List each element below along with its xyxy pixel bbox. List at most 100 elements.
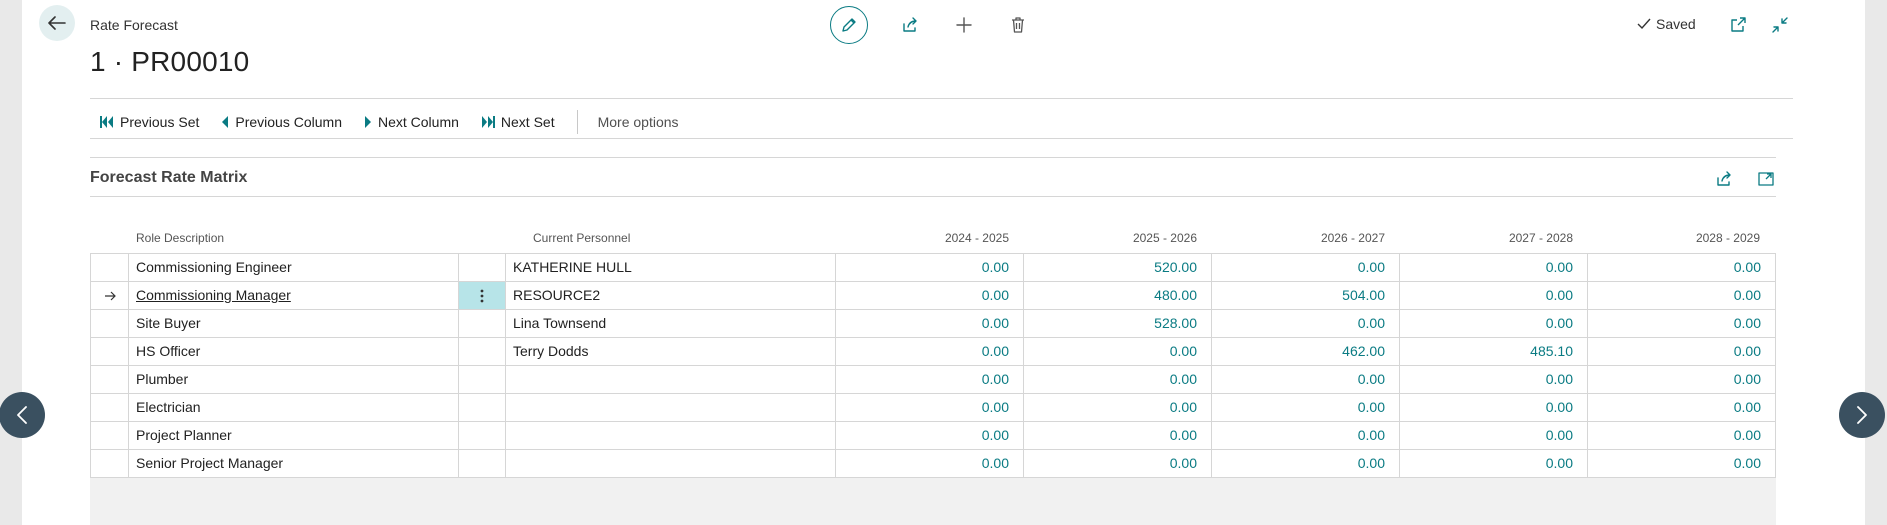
rate-cell[interactable]: 485.10 xyxy=(1400,338,1588,365)
table-row[interactable]: Project Planner 0.00 0.00 0.00 0.00 0.00 xyxy=(90,422,1776,450)
table-row[interactable]: Electrician 0.00 0.00 0.00 0.00 0.00 xyxy=(90,394,1776,422)
rate-cell[interactable]: 0.00 xyxy=(836,422,1024,449)
rate-cell[interactable]: 0.00 xyxy=(1212,310,1400,337)
rate-cell[interactable]: 0.00 xyxy=(1400,450,1588,477)
rate-cell[interactable]: 0.00 xyxy=(1212,422,1400,449)
personnel-cell[interactable] xyxy=(506,366,836,393)
row-actions-cell[interactable] xyxy=(459,338,506,365)
rate-cell[interactable]: 0.00 xyxy=(1024,422,1212,449)
rate-cell[interactable]: 0.00 xyxy=(1400,422,1588,449)
row-actions-cell[interactable] xyxy=(459,450,506,477)
table-row[interactable]: Senior Project Manager 0.00 0.00 0.00 0.… xyxy=(90,450,1776,478)
rate-cell[interactable]: 0.00 xyxy=(836,366,1024,393)
previous-set-button[interactable]: Previous Set xyxy=(100,114,199,130)
rate-cell[interactable]: 0.00 xyxy=(1400,310,1588,337)
rate-cell[interactable]: 0.00 xyxy=(1588,310,1775,337)
role-cell[interactable]: Commissioning Engineer xyxy=(129,254,459,281)
rate-cell[interactable]: 0.00 xyxy=(1588,254,1775,281)
previous-record-button[interactable] xyxy=(0,392,45,438)
column-header-period[interactable]: 2026 - 2027 xyxy=(1211,231,1385,245)
rate-cell[interactable]: 462.00 xyxy=(1212,338,1400,365)
rate-cell[interactable]: 0.00 xyxy=(1588,366,1775,393)
row-selector[interactable] xyxy=(91,450,129,477)
row-selector[interactable] xyxy=(91,254,129,281)
rate-cell[interactable]: 528.00 xyxy=(1024,310,1212,337)
row-selector[interactable] xyxy=(91,282,129,309)
rate-cell[interactable]: 0.00 xyxy=(1212,254,1400,281)
rate-cell[interactable]: 0.00 xyxy=(1588,338,1775,365)
table-row[interactable]: HS Officer Terry Dodds 0.00 0.00 462.00 … xyxy=(90,338,1776,366)
rate-cell[interactable]: 520.00 xyxy=(1024,254,1212,281)
rate-cell[interactable]: 0.00 xyxy=(836,254,1024,281)
column-header-personnel[interactable]: Current Personnel xyxy=(533,231,630,245)
row-actions-cell[interactable] xyxy=(459,282,506,309)
next-record-button[interactable] xyxy=(1839,392,1885,438)
rate-cell[interactable]: 0.00 xyxy=(836,310,1024,337)
personnel-cell[interactable]: RESOURCE2 xyxy=(506,282,836,309)
row-selector[interactable] xyxy=(91,366,129,393)
personnel-cell[interactable] xyxy=(506,394,836,421)
delete-button[interactable] xyxy=(1006,13,1030,37)
row-actions-cell[interactable] xyxy=(459,366,506,393)
rate-cell[interactable]: 0.00 xyxy=(1400,254,1588,281)
personnel-cell[interactable] xyxy=(506,450,836,477)
rate-cell[interactable]: 0.00 xyxy=(1024,450,1212,477)
matrix-share-button[interactable] xyxy=(1712,167,1736,191)
rate-cell[interactable]: 0.00 xyxy=(1212,450,1400,477)
row-actions-cell[interactable] xyxy=(459,310,506,337)
share-button[interactable] xyxy=(898,13,922,37)
rate-cell[interactable]: 504.00 xyxy=(1212,282,1400,309)
role-cell[interactable]: Plumber xyxy=(129,366,459,393)
column-header-period[interactable]: 2028 - 2029 xyxy=(1587,231,1760,245)
rate-cell[interactable]: 0.00 xyxy=(836,450,1024,477)
previous-column-button[interactable]: Previous Column xyxy=(221,114,342,130)
new-button[interactable] xyxy=(952,13,976,37)
matrix-expand-button[interactable] xyxy=(1754,167,1778,191)
row-selector[interactable] xyxy=(91,310,129,337)
rate-cell[interactable]: 0.00 xyxy=(1588,450,1775,477)
row-selector[interactable] xyxy=(91,338,129,365)
rate-cell[interactable]: 0.00 xyxy=(1212,394,1400,421)
role-cell[interactable]: HS Officer xyxy=(129,338,459,365)
rate-cell[interactable]: 0.00 xyxy=(1400,366,1588,393)
next-set-button[interactable]: Next Set xyxy=(481,114,555,130)
rate-cell[interactable]: 0.00 xyxy=(836,338,1024,365)
rate-cell[interactable]: 0.00 xyxy=(836,282,1024,309)
open-new-window-button[interactable] xyxy=(1726,13,1750,37)
more-options-button[interactable]: More options xyxy=(598,114,679,130)
row-actions-cell[interactable] xyxy=(459,254,506,281)
table-row[interactable]: Commissioning Engineer KATHERINE HULL 0.… xyxy=(90,254,1776,282)
rate-cell[interactable]: 0.00 xyxy=(1588,422,1775,449)
collapse-button[interactable] xyxy=(1768,13,1792,37)
rate-cell[interactable]: 0.00 xyxy=(1400,394,1588,421)
rate-cell[interactable]: 0.00 xyxy=(1212,366,1400,393)
rate-cell[interactable]: 0.00 xyxy=(1588,394,1775,421)
back-button[interactable] xyxy=(39,5,75,41)
rate-cell[interactable]: 0.00 xyxy=(1024,394,1212,421)
edit-button[interactable] xyxy=(830,6,868,44)
rate-cell[interactable]: 480.00 xyxy=(1024,282,1212,309)
matrix-title[interactable]: Forecast Rate Matrix xyxy=(90,169,247,187)
table-row[interactable]: Plumber 0.00 0.00 0.00 0.00 0.00 xyxy=(90,366,1776,394)
rate-cell[interactable]: 0.00 xyxy=(1024,366,1212,393)
role-cell[interactable]: Senior Project Manager xyxy=(129,450,459,477)
column-header-role[interactable]: Role Description xyxy=(136,231,224,245)
rate-cell[interactable]: 0.00 xyxy=(1024,338,1212,365)
table-row[interactable]: Commissioning Manager RESOURCE2 0.00 480… xyxy=(90,282,1776,310)
column-header-period[interactable]: 2024 - 2025 xyxy=(835,231,1009,245)
row-actions-cell[interactable] xyxy=(459,422,506,449)
column-header-period[interactable]: 2025 - 2026 xyxy=(1023,231,1197,245)
role-cell[interactable]: Electrician xyxy=(129,394,459,421)
column-header-period[interactable]: 2027 - 2028 xyxy=(1399,231,1573,245)
row-selector[interactable] xyxy=(91,422,129,449)
rate-cell[interactable]: 0.00 xyxy=(1400,282,1588,309)
next-column-button[interactable]: Next Column xyxy=(364,114,459,130)
row-selector[interactable] xyxy=(91,394,129,421)
personnel-cell[interactable]: KATHERINE HULL xyxy=(506,254,836,281)
personnel-cell[interactable]: Lina Townsend xyxy=(506,310,836,337)
rate-cell[interactable]: 0.00 xyxy=(836,394,1024,421)
rate-cell[interactable]: 0.00 xyxy=(1588,282,1775,309)
row-actions-cell[interactable] xyxy=(459,394,506,421)
personnel-cell[interactable]: Terry Dodds xyxy=(506,338,836,365)
table-row[interactable]: Site Buyer Lina Townsend 0.00 528.00 0.0… xyxy=(90,310,1776,338)
